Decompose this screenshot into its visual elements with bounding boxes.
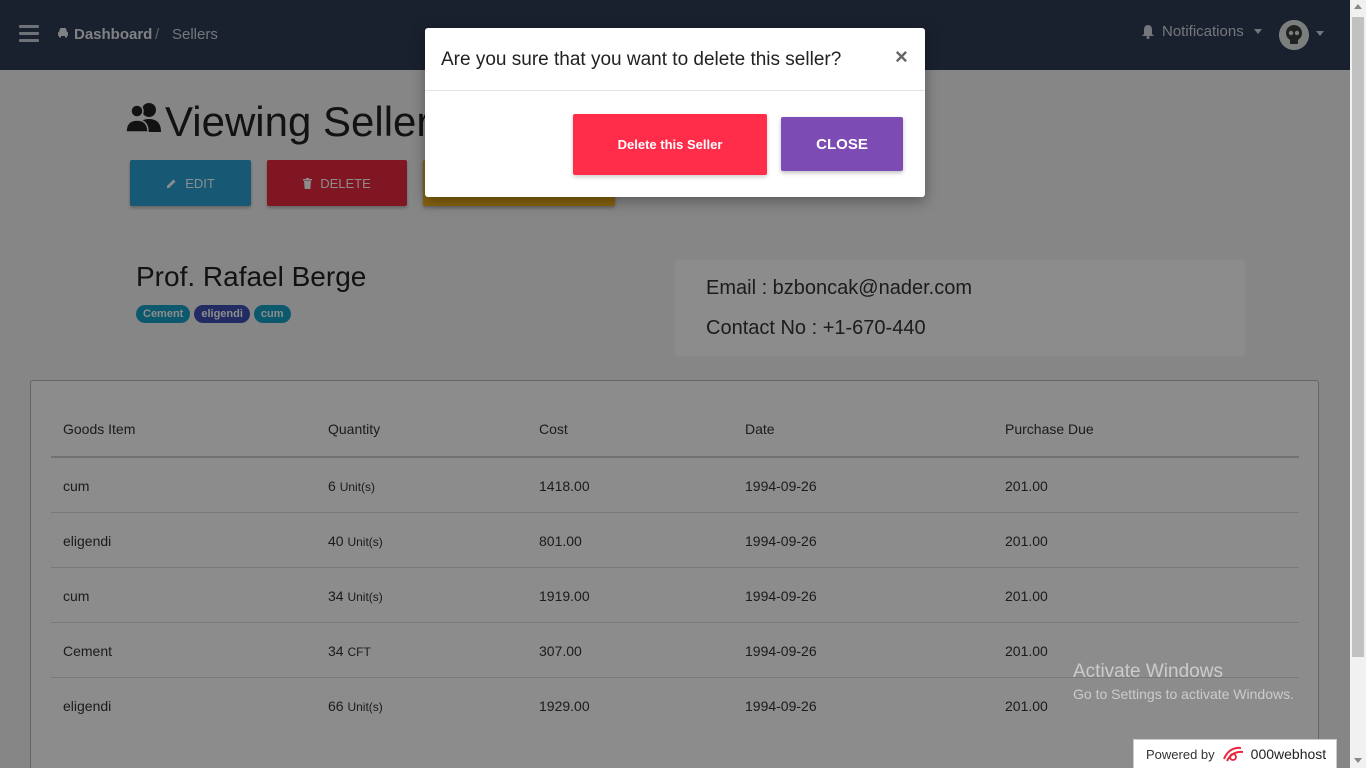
activate-windows-subtitle: Go to Settings to activate Windows. xyxy=(1073,686,1294,702)
powered-by-brand: 000webhost xyxy=(1250,746,1327,762)
confirm-delete-seller-button[interactable]: Delete this Seller xyxy=(573,114,767,175)
scroll-down-arrow-icon[interactable] xyxy=(1354,758,1362,763)
powered-by-badge[interactable]: Powered by 000webhost xyxy=(1133,739,1337,768)
modal-divider xyxy=(425,90,925,91)
scroll-up-arrow-icon[interactable] xyxy=(1354,4,1362,9)
close-icon[interactable]: × xyxy=(895,44,908,70)
powered-by-label: Powered by xyxy=(1146,746,1215,762)
webhost-logo-icon xyxy=(1222,746,1243,762)
modal-close-button[interactable]: CLOSE xyxy=(781,117,903,171)
delete-confirmation-modal: Are you sure that you want to delete thi… xyxy=(425,28,925,197)
scrollbar-thumb[interactable] xyxy=(1352,17,1364,657)
activate-windows-title: Activate Windows xyxy=(1073,661,1223,682)
modal-title: Are you sure that you want to delete thi… xyxy=(441,49,842,70)
